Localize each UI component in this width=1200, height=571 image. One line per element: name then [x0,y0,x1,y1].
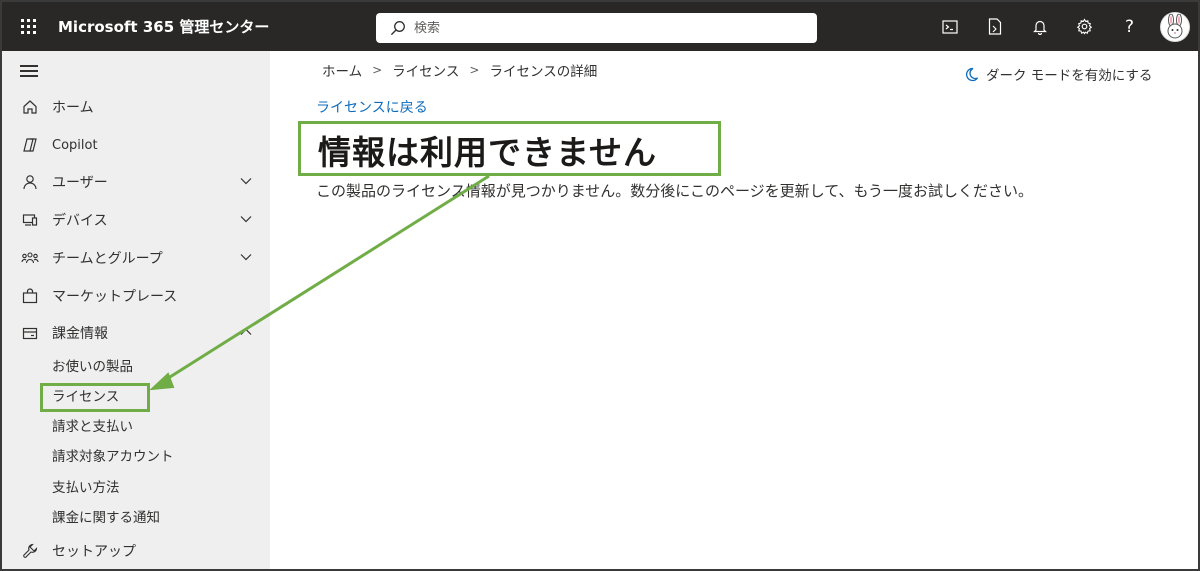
annotation-arrow [149,174,490,391]
window-frame: Microsoft 365 管理センター 検索 ? ホーム Copilot ユー… [0,0,1200,571]
